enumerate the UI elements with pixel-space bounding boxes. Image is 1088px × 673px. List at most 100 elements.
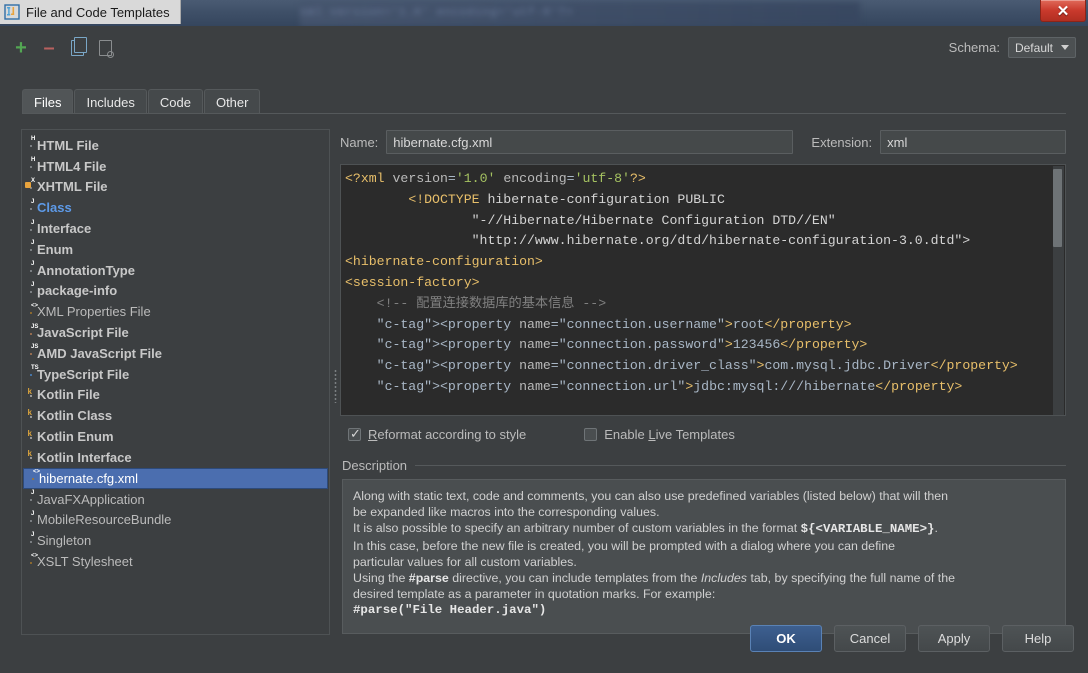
editor-options-row: Reformat according to style Enable Live … <box>348 423 1048 445</box>
cancel-button[interactable]: Cancel <box>834 625 906 652</box>
description-line-2: be expanded like macros into the corresp… <box>353 505 660 520</box>
window-titlebar[interactable]: xml version='1.0' encoding='utf-8'?> Fil… <box>0 0 1088 26</box>
enable-live-templates-checkbox[interactable]: Enable Live Templates <box>584 427 735 442</box>
description-line-5: particular values for all custom variabl… <box>353 554 577 569</box>
intellij-icon <box>4 4 20 20</box>
list-item-label: JavaScript File <box>37 325 129 341</box>
add-template-button[interactable]: + <box>10 37 32 59</box>
list-item[interactable]: <> XSLT Stylesheet <box>22 551 329 572</box>
list-item[interactable]: J Singleton <box>22 530 329 551</box>
list-item[interactable]: <> XML Properties File <box>22 301 329 322</box>
template-toolbar: + – <box>10 36 116 60</box>
list-item[interactable]: J Enum <box>22 239 329 260</box>
description-header: Description <box>342 457 1066 473</box>
list-item-label: AnnotationType <box>37 262 135 278</box>
code-line: <!-- 配置连接数据库的基本信息 --> <box>345 295 607 311</box>
list-item[interactable]: TS TypeScript File <box>22 364 329 385</box>
remove-template-button[interactable]: – <box>38 37 60 59</box>
copy-template-button[interactable] <box>66 37 88 59</box>
reformat-according-to-style-checkbox[interactable]: Reformat according to style <box>348 426 526 442</box>
list-item-label: JavaFXApplication <box>37 491 145 507</box>
template-list: H HTML File H HTML4 File X XHTML File J Class J I… <box>22 130 329 572</box>
tab-underline <box>22 113 1066 114</box>
enable-live-templates-label: Enable Live Templates <box>604 426 735 442</box>
list-item-label: hibernate.cfg.xml <box>39 470 138 486</box>
description-title: Description <box>342 457 408 473</box>
code-line: "c-tag"><property name="connection.drive… <box>376 358 1018 374</box>
description-line-3: It is also possible to specify an arbitr… <box>353 521 938 537</box>
schema-dropdown[interactable]: Default <box>1007 37 1076 58</box>
list-item-label: HTML File <box>37 137 99 153</box>
window-title: File and Code Templates <box>26 4 170 20</box>
description-line-4: In this case, before the new file is cre… <box>353 538 896 553</box>
code-line: "http://www.hibernate.org/dtd/hibernate-… <box>345 233 971 249</box>
list-item-label: Kotlin Class <box>37 408 113 424</box>
name-and-extension-row: Name: hibernate.cfg.xml Extension: xml <box>340 129 1066 155</box>
reset-template-button[interactable] <box>94 37 116 59</box>
list-item-label: Kotlin Interface <box>37 449 132 465</box>
list-item-label: XSLT Stylesheet <box>37 554 133 570</box>
name-input[interactable]: hibernate.cfg.xml <box>386 130 794 154</box>
plus-icon: + <box>15 37 27 59</box>
list-item[interactable]: Jpackage-info <box>22 281 329 302</box>
list-item[interactable]: k Kotlin File <box>22 385 329 406</box>
list-item-label: MobileResourceBundle <box>37 512 172 528</box>
list-item-label: XHTML File <box>37 179 108 195</box>
help-button[interactable]: Help <box>1002 625 1074 652</box>
splitter-dots-icon <box>333 369 337 403</box>
close-icon[interactable]: ✕ <box>1040 0 1086 22</box>
code-line: <hibernate-configuration> <box>345 254 543 270</box>
code-line: <session-factory> <box>345 274 480 290</box>
template-list-panel[interactable]: H HTML File H HTML4 File X XHTML File J Class J I… <box>21 129 330 635</box>
panel-splitter-handle[interactable] <box>331 366 339 406</box>
tab-code[interactable]: Code <box>147 89 203 114</box>
list-item[interactable]: J Interface <box>22 218 329 239</box>
list-item[interactable]: J MobileResourceBundle <box>22 510 329 531</box>
list-item[interactable]: k Kotlin Class <box>22 405 329 426</box>
code-line: "-//Hibernate/Hibernate Configuration DT… <box>345 212 836 228</box>
description-text: Along with static text, code and comment… <box>342 479 1066 634</box>
list-item-label: Interface <box>37 221 92 237</box>
template-editor-panel: Name: hibernate.cfg.xml Extension: xml <… <box>340 129 1066 635</box>
description-line-6: Using the #parse directive, you can incl… <box>353 571 956 586</box>
checkbox-unchecked-icon <box>584 427 598 441</box>
editor-scrollbar-thumb[interactable] <box>1053 169 1062 247</box>
code-line: <!DOCTYPE hibernate-configuration PUBLIC <box>408 191 725 207</box>
list-item[interactable]: J AnnotationType <box>22 260 329 281</box>
list-item[interactable]: <> hibernate.cfg.xml <box>23 467 328 489</box>
description-line-7: desired template as a parameter in quota… <box>353 587 716 602</box>
apply-button[interactable]: Apply <box>918 625 990 652</box>
reset-document-icon <box>98 40 114 58</box>
list-item[interactable]: J JavaFXApplication <box>22 489 329 510</box>
code-line: "c-tag"><property name="connection.passw… <box>376 337 868 353</box>
list-item[interactable]: H HTML File <box>22 135 329 156</box>
extension-input[interactable]: xml <box>880 130 1066 154</box>
tab-files[interactable]: Files <box>22 89 74 114</box>
list-item[interactable]: k Kotlin Interface <box>22 447 329 468</box>
template-code-editor[interactable]: <?xml version='1.0' encoding='utf-8'?> <… <box>340 164 1066 416</box>
schema-label: Schema: <box>948 40 1000 55</box>
extension-label: Extension: <box>811 134 873 150</box>
schema-selector: Schema: Default <box>949 37 1076 58</box>
window-title-chip: File and Code Templates <box>0 0 181 24</box>
list-item-label: HTML4 File <box>37 158 107 174</box>
ok-button[interactable]: OK <box>750 625 822 652</box>
code-line: "c-tag"><property name="connection.url">… <box>376 378 963 394</box>
list-item[interactable]: JS AMD JavaScript File <box>22 343 329 364</box>
tab-includes[interactable]: Includes <box>74 89 147 114</box>
tab-other[interactable]: Other <box>203 89 261 114</box>
list-item[interactable]: J Class <box>22 197 329 218</box>
list-item-label: package-info <box>37 283 118 299</box>
chevron-down-icon <box>1061 45 1069 50</box>
list-item[interactable]: JS JavaScript File <box>22 322 329 343</box>
template-code-content: <?xml version='1.0' encoding='utf-8'?> <… <box>341 165 1065 398</box>
description-line-1: Along with static text, code and comment… <box>353 489 949 503</box>
list-item[interactable]: H HTML4 File <box>22 156 329 177</box>
list-item-label: Singleton <box>37 533 92 549</box>
minus-icon: – <box>43 37 55 59</box>
list-item[interactable]: X XHTML File <box>22 177 329 198</box>
list-item[interactable]: k Kotlin Enum <box>22 426 329 447</box>
editor-scrollbar-track[interactable] <box>1053 166 1064 415</box>
list-item-label: XML Properties File <box>37 304 151 320</box>
file-and-code-templates-dialog: + – Schema: Default Files Includes Code … <box>0 26 1088 673</box>
